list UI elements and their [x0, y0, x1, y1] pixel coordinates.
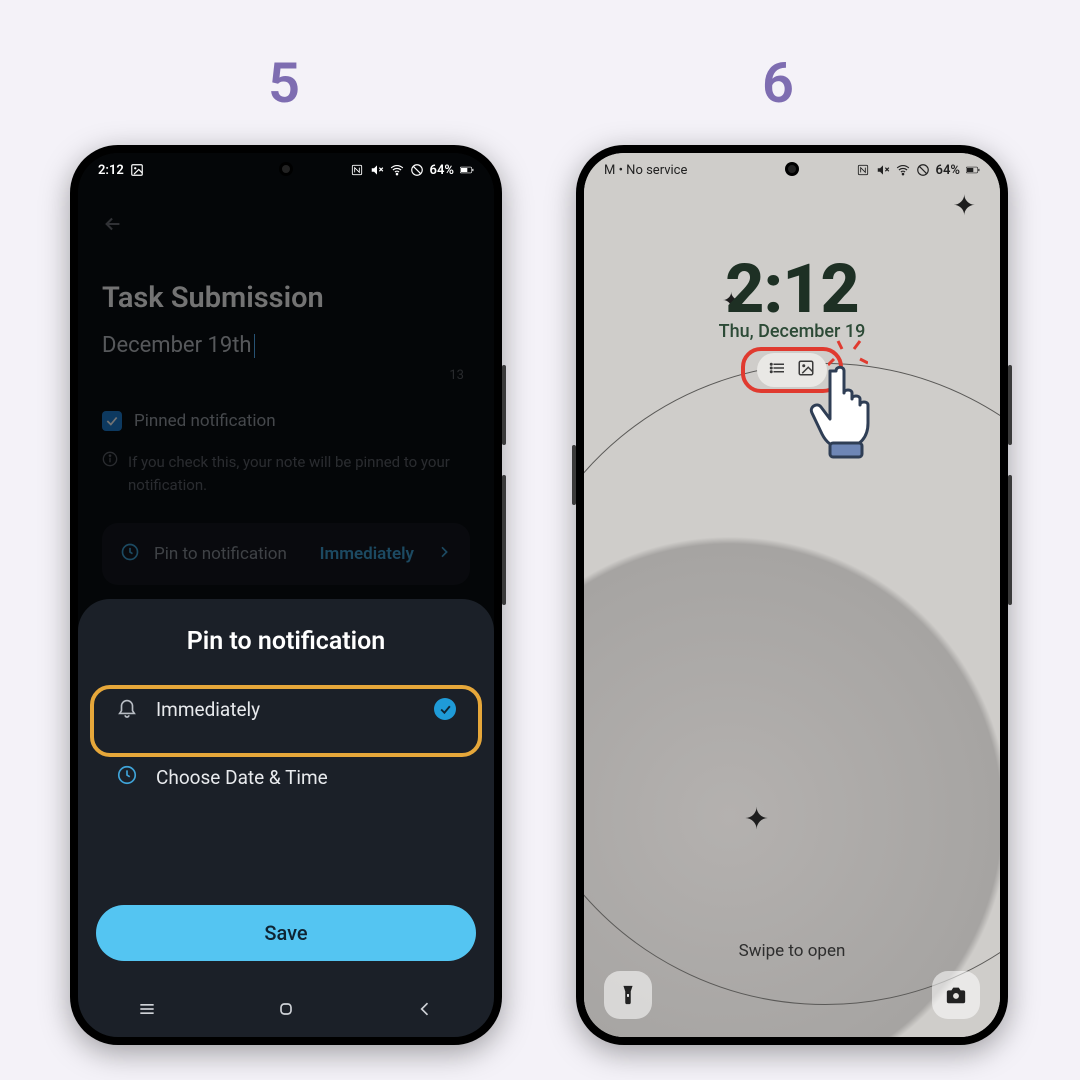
bell-icon	[116, 696, 138, 723]
wifi-icon	[390, 163, 404, 177]
sparkle-icon: ✦	[953, 189, 976, 222]
step-number-5: 5	[268, 50, 300, 116]
mute-icon	[876, 163, 890, 177]
no-signal-icon	[410, 163, 424, 177]
back-nav-button[interactable]	[415, 999, 435, 1023]
pin-bottom-sheet: Pin to notification Immediately Choose D…	[78, 599, 494, 1037]
screen-step6: ✦ ✦ ✦ M • No service 64% 2:12 Thu, Decem…	[584, 153, 1000, 1037]
swipe-to-open-label: Swipe to open	[584, 941, 1000, 961]
volume-button	[502, 365, 506, 445]
carrier-label: M • No service	[604, 163, 687, 178]
option-choose-datetime[interactable]: Choose Date & Time	[96, 746, 476, 808]
volume-button	[1008, 365, 1012, 445]
phone-frame-step5: 2:12 64% Task Submission December 19th 1…	[70, 145, 502, 1045]
selected-check-icon	[434, 698, 456, 720]
side-button	[572, 445, 576, 505]
recents-button[interactable]	[137, 999, 157, 1023]
wifi-icon	[896, 163, 910, 177]
nfc-icon	[350, 163, 364, 177]
battery-icon	[966, 163, 980, 177]
camera-punch-hole	[785, 162, 799, 176]
home-button[interactable]	[276, 999, 296, 1023]
android-nav-bar	[78, 985, 494, 1037]
battery-pct: 64%	[936, 163, 960, 178]
no-signal-icon	[916, 163, 930, 177]
pointer-hand-icon	[806, 361, 896, 465]
status-time: 2:12	[98, 163, 124, 178]
power-button	[502, 475, 506, 605]
power-button	[1008, 475, 1012, 605]
option-immediately-label: Immediately	[156, 698, 260, 721]
clock-icon	[116, 764, 138, 791]
battery-icon	[460, 163, 474, 177]
lockscreen-date: Thu, December 19	[584, 321, 1000, 342]
image-icon	[130, 163, 144, 177]
sheet-title: Pin to notification	[96, 627, 476, 656]
option-choose-label: Choose Date & Time	[156, 766, 328, 789]
sparkle-icon: ✦	[744, 802, 769, 837]
save-button[interactable]: Save	[96, 905, 476, 961]
camera-punch-hole	[279, 162, 293, 176]
mute-icon	[370, 163, 384, 177]
phone-frame-step6: ✦ ✦ ✦ M • No service 64% 2:12 Thu, Decem…	[576, 145, 1008, 1045]
option-immediately[interactable]: Immediately	[96, 678, 476, 740]
screen-step5: 2:12 64% Task Submission December 19th 1…	[78, 153, 494, 1037]
flashlight-button[interactable]	[604, 971, 652, 1019]
step-number-6: 6	[762, 50, 794, 116]
nfc-icon	[856, 163, 870, 177]
lockscreen-time: 2:12	[584, 249, 1000, 329]
battery-pct: 64%	[430, 163, 454, 178]
camera-button[interactable]	[932, 971, 980, 1019]
